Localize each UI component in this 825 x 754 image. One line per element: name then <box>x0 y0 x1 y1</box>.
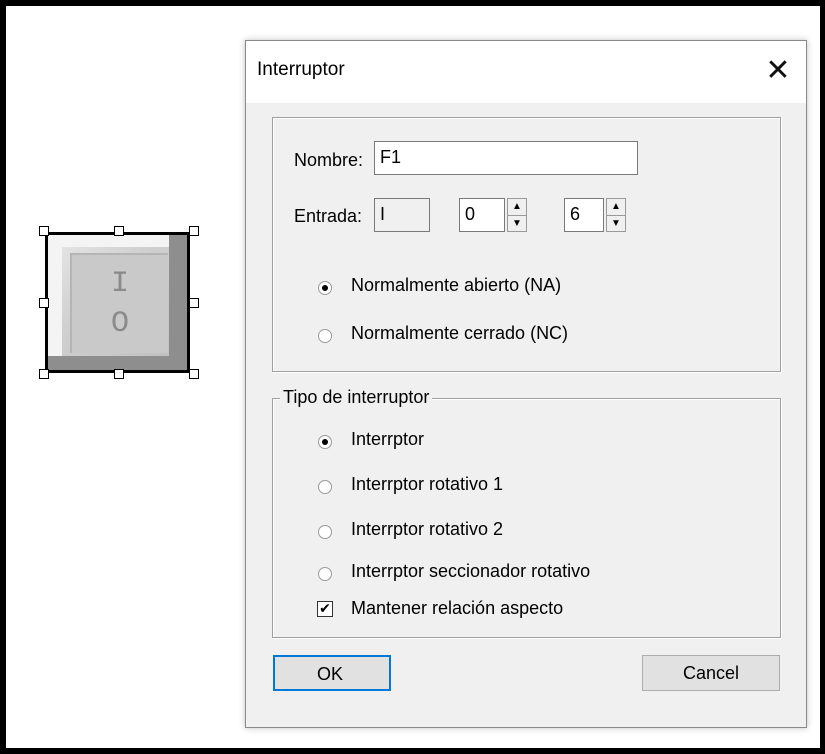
check-icon[interactable]: ✔ <box>317 601 333 617</box>
close-icon[interactable]: ✕ <box>754 49 802 93</box>
input-byte-spinner[interactable]: ▲ ▼ <box>507 198 527 232</box>
resize-handle-w[interactable] <box>39 298 49 308</box>
dialog-title: Interruptor <box>257 59 345 80</box>
spin-up-icon[interactable]: ▲ <box>508 199 526 216</box>
radio-rotativo-2[interactable] <box>318 525 332 539</box>
switch-button: I O <box>70 253 168 353</box>
radio-rotativo-2-label[interactable]: Interrptor rotativo 2 <box>351 519 503 540</box>
resize-handle-ne[interactable] <box>189 226 199 236</box>
radio-interruptor[interactable] <box>318 435 332 449</box>
radio-interruptor-label[interactable]: Interrptor <box>351 429 424 450</box>
resize-handle-s[interactable] <box>114 369 124 379</box>
ok-button[interactable]: OK <box>273 655 391 691</box>
radio-normally-open[interactable] <box>318 281 332 295</box>
radio-normally-closed[interactable] <box>318 329 332 343</box>
radio-rotativo-1[interactable] <box>318 480 332 494</box>
switch-symbol-on: I <box>110 267 129 301</box>
cancel-button[interactable]: Cancel <box>642 655 780 691</box>
input-byte-field[interactable]: 0 <box>459 198 505 232</box>
input-label: Entrada: <box>294 206 363 226</box>
properties-panel: Nombre: F1 Entrada: I 0 ▲ ▼ 6 ▲ ▼ Normal… <box>272 117 781 372</box>
input-bit-spinner[interactable]: ▲ ▼ <box>606 198 626 232</box>
keep-aspect-label[interactable]: Mantener relación aspecto <box>351 598 563 619</box>
resize-handle-n[interactable] <box>114 226 124 236</box>
radio-normally-closed-label[interactable]: Normalmente cerrado (NC) <box>351 323 568 344</box>
switch-symbol-off: O <box>110 307 129 341</box>
switch-type-group: Tipo de interruptor Interrptor Interrpto… <box>272 387 781 638</box>
name-input[interactable]: F1 <box>374 141 638 175</box>
spin-down-icon[interactable]: ▼ <box>508 216 526 232</box>
input-bit-field[interactable]: 6 <box>564 198 604 232</box>
name-label: Nombre: <box>294 150 364 170</box>
switch-face: I O <box>48 235 187 370</box>
radio-seccionador-rotativo-label[interactable]: Interrptor seccionador rotativo <box>351 561 590 582</box>
switch-type-legend: Tipo de interruptor <box>280 387 433 408</box>
resize-handle-e[interactable] <box>189 298 199 308</box>
interruptor-dialog: Interruptor ✕ Nombre: F1 Entrada: I 0 ▲ … <box>245 40 807 728</box>
resize-handle-nw[interactable] <box>39 226 49 236</box>
resize-handle-sw[interactable] <box>39 369 49 379</box>
dialog-titlebar[interactable]: Interruptor ✕ <box>246 41 806 103</box>
radio-normally-open-label[interactable]: Normalmente abierto (NA) <box>351 275 561 296</box>
input-type-field: I <box>374 198 430 232</box>
switch-element[interactable]: I O <box>39 226 199 379</box>
radio-rotativo-1-label[interactable]: Interrptor rotativo 1 <box>351 474 503 495</box>
spin-down-icon[interactable]: ▼ <box>607 216 625 232</box>
switch-body: I O <box>45 232 190 373</box>
radio-seccionador-rotativo[interactable] <box>318 567 332 581</box>
resize-handle-se[interactable] <box>189 369 199 379</box>
spin-up-icon[interactable]: ▲ <box>607 199 625 216</box>
